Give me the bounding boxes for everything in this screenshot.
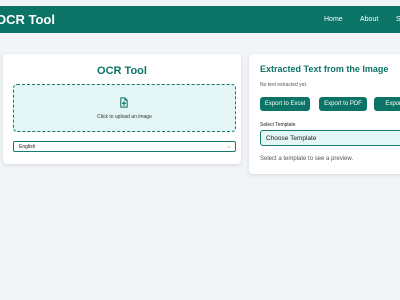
nav-link-home[interactable]: Home	[324, 16, 343, 23]
nav-link-partial[interactable]: S	[396, 16, 400, 23]
template-select[interactable]: Choose Template	[260, 130, 400, 146]
file-upload-icon	[120, 97, 128, 108]
nav-link-about[interactable]: About	[360, 16, 378, 23]
extracted-text-empty: No text extracted yet.	[260, 82, 308, 88]
template-preview-hint: Select a template to see a preview.	[260, 156, 354, 162]
template-label: Select Template	[260, 122, 296, 128]
upload-prompt: Click to upload an image	[97, 114, 152, 120]
export-excel-button[interactable]: Export to Excel	[260, 97, 310, 111]
navbar: OCR Tool Home About S	[0, 6, 400, 33]
result-card-title: Extracted Text from the Image	[260, 64, 389, 74]
export-more-button[interactable]: Export	[374, 97, 400, 111]
language-value: English	[19, 144, 36, 150]
upload-dropzone[interactable]	[13, 84, 236, 132]
template-value: Choose Template	[266, 135, 317, 142]
language-select[interactable]: English	[13, 141, 236, 152]
chevron-down-icon	[227, 146, 231, 149]
export-pdf-button[interactable]: Export to PDF	[319, 97, 367, 111]
brand-title[interactable]: OCR Tool	[0, 12, 55, 27]
upload-card-title: OCR Tool	[97, 65, 147, 77]
